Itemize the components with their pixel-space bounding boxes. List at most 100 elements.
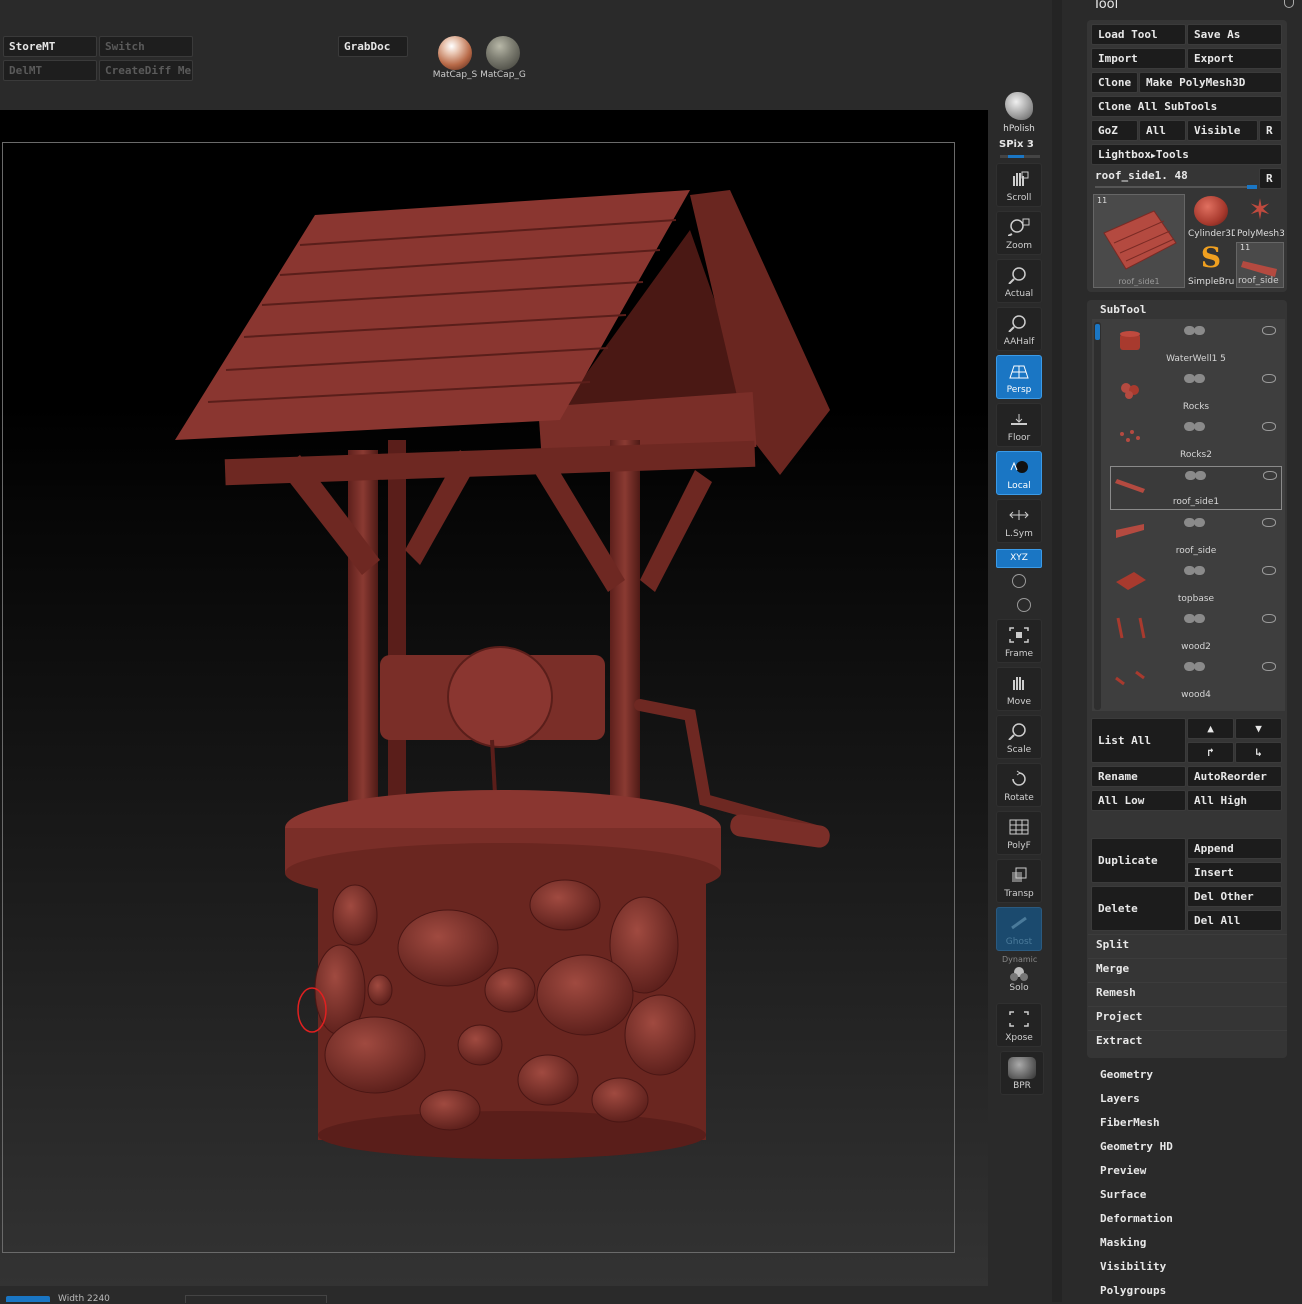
tool-thumb-simplebrush[interactable]: S SimpleBru [1187,242,1235,288]
move-up-button[interactable]: ▲ [1187,718,1234,739]
subtool-item-rocks2[interactable]: Rocks2 [1110,418,1282,462]
autoreorder-button[interactable]: AutoReorder [1187,766,1282,787]
solo-button[interactable]: Solo [996,963,1042,999]
matcap-s-material[interactable]: MatCap_S [432,36,478,84]
geometry-menu[interactable]: Geometry [1100,1068,1153,1081]
persp-button[interactable]: Persp [996,355,1042,399]
xyz-button[interactable]: XYZ [996,549,1042,568]
append-button[interactable]: Append [1187,838,1282,859]
actual-button[interactable]: Actual [996,259,1042,303]
eye-visibility-icon[interactable] [1262,518,1276,527]
clone-button[interactable]: Clone [1091,72,1138,93]
lightbox-tools-button[interactable]: Lightbox▶Tools [1091,144,1282,165]
make-polymesh3d-button[interactable]: Make PolyMesh3D [1139,72,1282,93]
save-as-button[interactable]: Save As [1187,24,1282,45]
tool-thumb-polymesh3d[interactable]: ✶ PolyMesh3 [1236,194,1284,240]
document-canvas[interactable] [0,110,988,1286]
tool-thumb-roof-side1[interactable]: 11 roof_side1 [1093,194,1185,288]
project-menu[interactable]: Project [1088,1006,1287,1029]
water-well-model[interactable] [0,110,988,1286]
rotate-y-icon[interactable] [1012,574,1026,588]
clone-all-subtools-button[interactable]: Clone All SubTools [1091,96,1282,117]
all-high-button[interactable]: All High [1187,790,1282,811]
creatediff-mesh-button[interactable]: CreateDiff Mes [99,60,193,81]
aahalf-button[interactable]: AAHalf [996,307,1042,351]
goz-visible-button[interactable]: Visible [1187,120,1258,141]
layers-menu[interactable]: Layers [1100,1092,1140,1105]
goz-r-button[interactable]: R [1259,120,1282,141]
insert-button[interactable]: Insert [1187,862,1282,883]
switch-button[interactable]: Switch [99,36,193,57]
tool-r-button[interactable]: R [1259,168,1282,189]
tool-thumb-roof-side[interactable]: 11 roof_side [1236,242,1284,288]
subtool-item-topbase[interactable]: topbase [1110,562,1282,606]
toggle-icon[interactable] [1194,518,1205,527]
xpose-button[interactable]: Xpose [996,1003,1042,1047]
bpr-button[interactable]: BPR [1000,1051,1044,1095]
scroll-button[interactable]: Scroll [996,163,1042,207]
toggle-icon[interactable] [1194,614,1205,623]
storemt-button[interactable]: StoreMT [3,36,97,57]
load-tool-button[interactable]: Load Tool [1091,24,1186,45]
eye-visibility-icon[interactable] [1263,471,1277,480]
delmt-button[interactable]: DelMT [3,60,97,81]
visibility-menu[interactable]: Visibility [1100,1260,1166,1273]
rotate-z-icon[interactable] [1017,598,1031,612]
scale-button[interactable]: Scale [996,715,1042,759]
subtool-header[interactable]: SubTool [1100,303,1146,316]
del-other-button[interactable]: Del Other [1187,886,1282,907]
toggle-icon[interactable] [1194,326,1205,335]
subtool-scrollbar[interactable] [1094,322,1101,710]
transp-button[interactable]: Transp [996,859,1042,903]
ghost-button[interactable]: Ghost [996,907,1042,951]
list-all-button[interactable]: List All [1091,718,1186,763]
eye-visibility-icon[interactable] [1262,422,1276,431]
subtool-item-wood2[interactable]: wood2 [1110,610,1282,654]
floor-button[interactable]: Floor [996,403,1042,447]
rotate-button[interactable]: Rotate [996,763,1042,807]
move-button[interactable]: Move [996,667,1042,711]
spix-slider[interactable] [1000,155,1040,158]
toggle-icon[interactable] [1194,422,1205,431]
del-all-button[interactable]: Del All [1187,910,1282,931]
delete-button[interactable]: Delete [1091,886,1186,931]
toggle-icon[interactable] [1195,471,1206,480]
toggle-icon[interactable] [1194,566,1205,575]
eye-visibility-icon[interactable] [1262,566,1276,575]
extract-menu[interactable]: Extract [1088,1030,1287,1053]
masking-menu[interactable]: Masking [1100,1236,1146,1249]
subtool-item-rocks[interactable]: Rocks [1110,370,1282,414]
all-low-button[interactable]: All Low [1091,790,1186,811]
subtool-item-wood4[interactable]: wood4 [1110,658,1282,702]
select-down-button[interactable]: ↳ [1235,742,1282,763]
grabdoc-button[interactable]: GrabDoc [338,36,408,57]
subtool-item-waterwell[interactable]: WaterWell1 5 [1110,322,1282,366]
export-button[interactable]: Export [1187,48,1282,69]
merge-menu[interactable]: Merge [1088,958,1287,981]
eye-visibility-icon[interactable] [1262,374,1276,383]
surface-menu[interactable]: Surface [1100,1188,1146,1201]
goz-button[interactable]: GoZ [1091,120,1138,141]
polyf-button[interactable]: PolyF [996,811,1042,855]
lsym-button[interactable]: L.Sym [996,499,1042,543]
geometry-hd-menu[interactable]: Geometry HD [1100,1140,1173,1153]
preview-menu[interactable]: Preview [1100,1164,1146,1177]
move-down-button[interactable]: ▼ [1235,718,1282,739]
import-button[interactable]: Import [1091,48,1186,69]
deformation-menu[interactable]: Deformation [1100,1212,1173,1225]
tool-thumb-cylinder3d[interactable]: Cylinder3D [1187,194,1235,240]
duplicate-button[interactable]: Duplicate [1091,838,1186,883]
rename-button[interactable]: Rename [1091,766,1186,787]
hpolish-brush[interactable]: hPolish [996,92,1042,138]
bottom-tab[interactable] [6,1296,50,1302]
matcap-g-material[interactable]: MatCap_G [480,36,526,84]
eye-visibility-icon[interactable] [1262,326,1276,335]
remesh-menu[interactable]: Remesh [1088,982,1287,1005]
frame-button[interactable]: Frame [996,619,1042,663]
select-up-button[interactable]: ↱ [1187,742,1234,763]
local-button[interactable]: Local [996,451,1042,495]
split-menu[interactable]: Split [1088,934,1287,957]
eye-visibility-icon[interactable] [1262,614,1276,623]
current-tool-slider[interactable]: roof_side1. 48 [1091,168,1258,189]
panel-divider[interactable] [1052,0,1062,1302]
